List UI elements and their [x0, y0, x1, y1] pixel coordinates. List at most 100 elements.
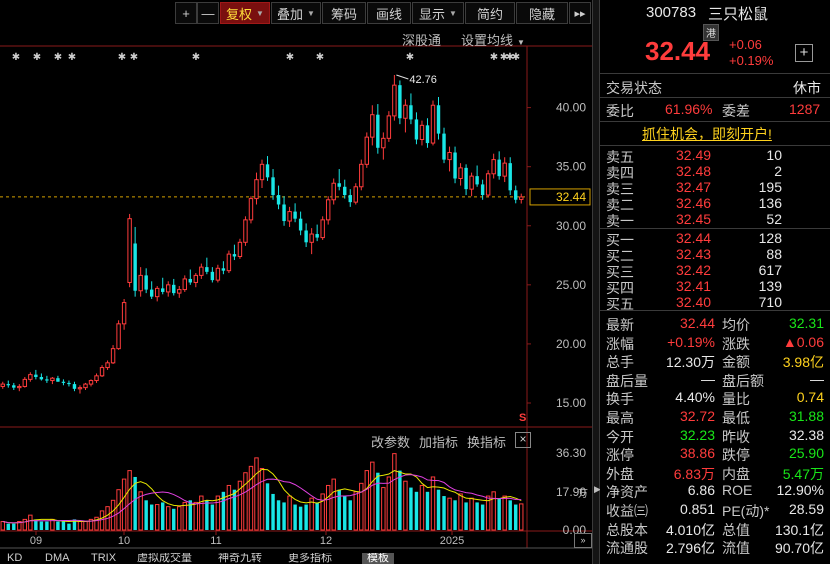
candle-body [67, 382, 71, 385]
zoom-in-button[interactable]: + [175, 2, 197, 24]
tab-kd[interactable]: KD [2, 553, 27, 564]
volume-bar [144, 500, 148, 530]
tab-virtual-volume[interactable]: 虚拟成交量 [132, 553, 197, 564]
bids-price[interactable]: 32.41 [676, 278, 711, 294]
asks-volume: 195 [758, 179, 782, 195]
asks-price[interactable]: 32.47 [676, 179, 711, 195]
candle-body [0, 383, 5, 387]
bids-price[interactable]: 32.40 [676, 294, 711, 310]
bids-price[interactable]: 32.44 [676, 230, 711, 246]
kline-chart[interactable]: 40.00 35.00 30.00 25.00 20.00 15.00 32.44 42.76… [0, 0, 592, 564]
tab-trix[interactable]: TRIX [86, 553, 121, 564]
volume-bar [315, 502, 319, 530]
volume-bar [28, 514, 33, 531]
asks-price[interactable]: 32.46 [676, 195, 711, 211]
candle-body [414, 119, 419, 140]
candle-body [325, 199, 331, 221]
price-change: +0.06 [729, 37, 762, 52]
candle-body [116, 323, 121, 350]
candle-body [519, 196, 524, 200]
expand-tabs-button[interactable]: » [574, 533, 592, 548]
candle-body [232, 254, 237, 257]
asks-price[interactable]: 32.48 [676, 163, 711, 179]
shenzhen-connect-link[interactable]: 深股通 [402, 30, 441, 49]
signal-marker-icon: S [519, 412, 526, 424]
tab-template[interactable]: 模板 [362, 553, 394, 564]
stat-label: 最新 [606, 317, 634, 333]
panel-divider[interactable]: ▶ [592, 0, 601, 564]
candle-body [166, 284, 171, 293]
draw-line-button[interactable]: 画线 [367, 2, 411, 24]
stat-label: 内盘 [722, 465, 750, 482]
candle-body [409, 105, 413, 120]
volume-bar [403, 480, 408, 531]
volume-bar [282, 502, 286, 530]
volume-bar [348, 500, 352, 530]
change-indicator-link[interactable]: 换指标 [467, 432, 506, 451]
more-arrows-button[interactable]: ▸▸ [569, 2, 591, 24]
stat-label: 昨收 [722, 428, 750, 445]
candle-body [237, 241, 243, 257]
candle-body [248, 198, 254, 221]
candle-body [271, 177, 275, 196]
chips-button[interactable]: 筹码 [322, 2, 366, 24]
restore-rights-button[interactable]: 复权 ▼ [220, 2, 270, 24]
asks-price[interactable]: 32.45 [676, 211, 711, 227]
close-icon[interactable]: × [515, 432, 531, 448]
simple-button[interactable]: 简约 [465, 2, 515, 24]
stat-value: 3.98亿 [782, 354, 824, 371]
trade-status-value: 休市 [793, 80, 821, 96]
candle-body [182, 278, 187, 291]
event-marker-icon: ✱ [286, 52, 294, 63]
stat-value: ▲0.06 [782, 333, 824, 350]
volume-unit-label: 万 [578, 489, 588, 500]
candle-body [348, 195, 352, 203]
stat-label: 涨幅 [606, 335, 634, 352]
event-marker-icon: ✱ [192, 52, 200, 63]
volume-bar [276, 500, 281, 530]
bids-price[interactable]: 32.43 [676, 246, 711, 262]
stat-label: 总股本 [606, 521, 648, 538]
stat-label: 跌停 [722, 447, 750, 464]
event-marker-icon: ✱ [12, 52, 20, 63]
volume-bar [77, 521, 83, 531]
bids-volume: 617 [758, 262, 782, 278]
add-indicator-link[interactable]: 加指标 [419, 432, 458, 451]
volume-bar [436, 489, 441, 530]
stat-label: 均价 [722, 317, 750, 333]
edit-params-link[interactable]: 改参数 [371, 432, 410, 451]
stat-label: 今开 [606, 428, 634, 445]
bids-volume: 88 [766, 246, 782, 262]
tab-magic-nine[interactable]: 神奇九转 [213, 553, 267, 564]
add-watchlist-button[interactable]: + [795, 44, 813, 62]
open-account-promo[interactable]: 抓住机会，即刻开户! [642, 124, 772, 144]
ma-settings-link[interactable]: 设置均线 ▼ [461, 30, 525, 49]
commission-diff-label: 委差 [722, 103, 750, 119]
x-tick-label: 10 [118, 535, 130, 547]
overlay-button[interactable]: 叠加 ▼ [271, 2, 321, 24]
stat-value: 31.88 [788, 408, 824, 424]
zoom-out-button[interactable]: — [197, 2, 219, 24]
tab-dma[interactable]: DMA [40, 553, 74, 564]
stat-value: 32.38 [788, 426, 824, 443]
candle-body [469, 175, 474, 190]
volume-bar [287, 495, 292, 531]
volume-bar [320, 493, 325, 531]
stat-label: ROE [722, 482, 753, 499]
display-button[interactable]: 显示 ▼ [412, 2, 464, 24]
tab-more-indicators[interactable]: 更多指标 [283, 553, 337, 564]
asks-price[interactable]: 32.49 [676, 147, 711, 163]
volume-bar [475, 502, 479, 530]
volume-bar [491, 491, 496, 531]
candle-body [205, 267, 209, 272]
volume-bar [519, 503, 524, 531]
trade-status-label: 交易状态 [606, 80, 662, 96]
candle-body [259, 163, 265, 181]
hide-button[interactable]: 隐藏 [516, 2, 568, 24]
volume-bar [409, 487, 413, 530]
current-price: 32.44 [645, 36, 711, 66]
chart-area[interactable]: 40.00 35.00 30.00 25.00 20.00 15.00 32.44 42.76… [0, 0, 592, 564]
bids-price[interactable]: 32.42 [676, 262, 711, 278]
stat-value: 6.86 [687, 482, 715, 499]
volume-bar [343, 496, 347, 530]
